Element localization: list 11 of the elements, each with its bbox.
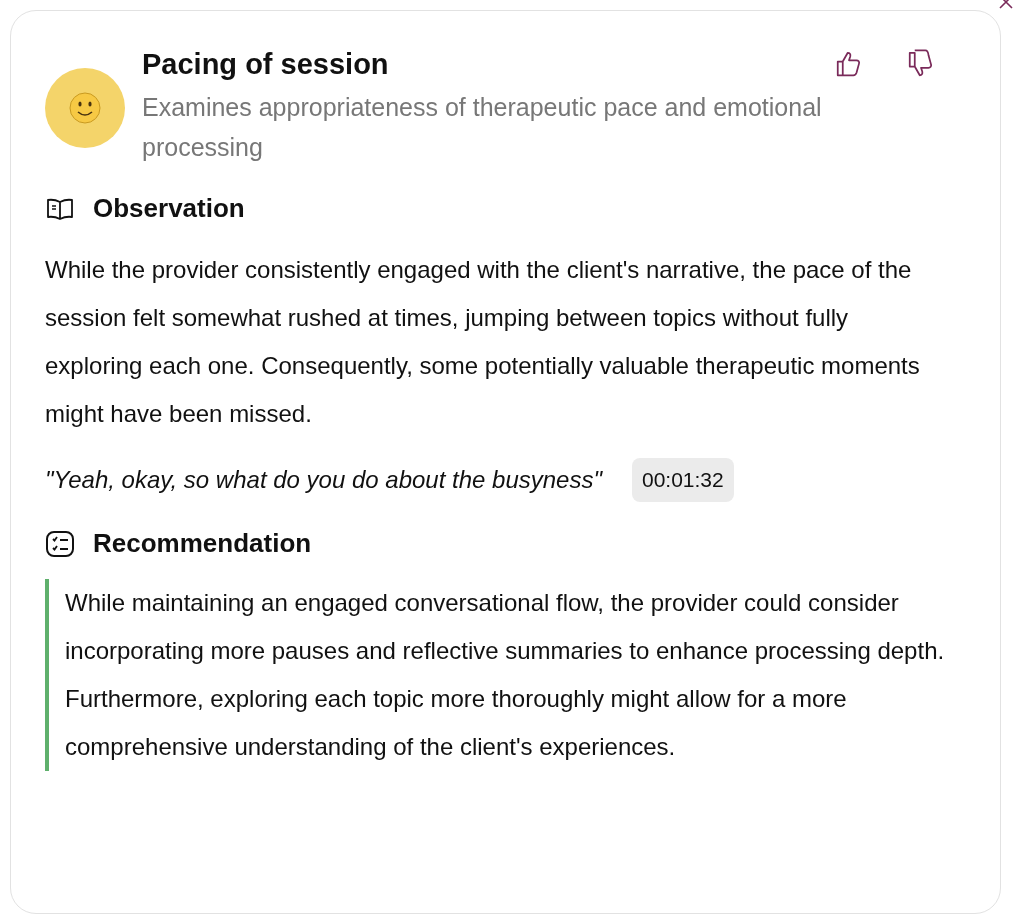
book-icon [45,196,75,221]
recommendation-text: While maintaining an engaged conversational flow, the provider could consider incorporating more pauses and reflective summaries to enhance processing depth. Furthermore, exploring each topic more thoroughly might allow for a more comprehensive understanding of the client's experiences. [45,579,945,771]
section-heading: Recommendation [93,528,312,559]
card-subtitle: Examines appropriateness of therapeutic pace and emotional processing [142,92,822,163]
checklist-icon [45,529,75,558]
observation-text: While the provider consistently engaged with the client's narrative, the pace of the session felt somewhat rushed at times, jumping between topics without fully exploring each one. Consequently, some potentially valuable therapeutic moments might have been missed. [45,255,921,429]
card-title: Pacing of session [142,47,390,81]
smiley-icon [45,68,125,148]
section-heading: Observation [93,193,245,224]
timestamp-badge[interactable]: 00:01:32 [631,458,734,502]
quote-text: "Yeah, okay, so what do you do about the busyness" [45,466,602,494]
